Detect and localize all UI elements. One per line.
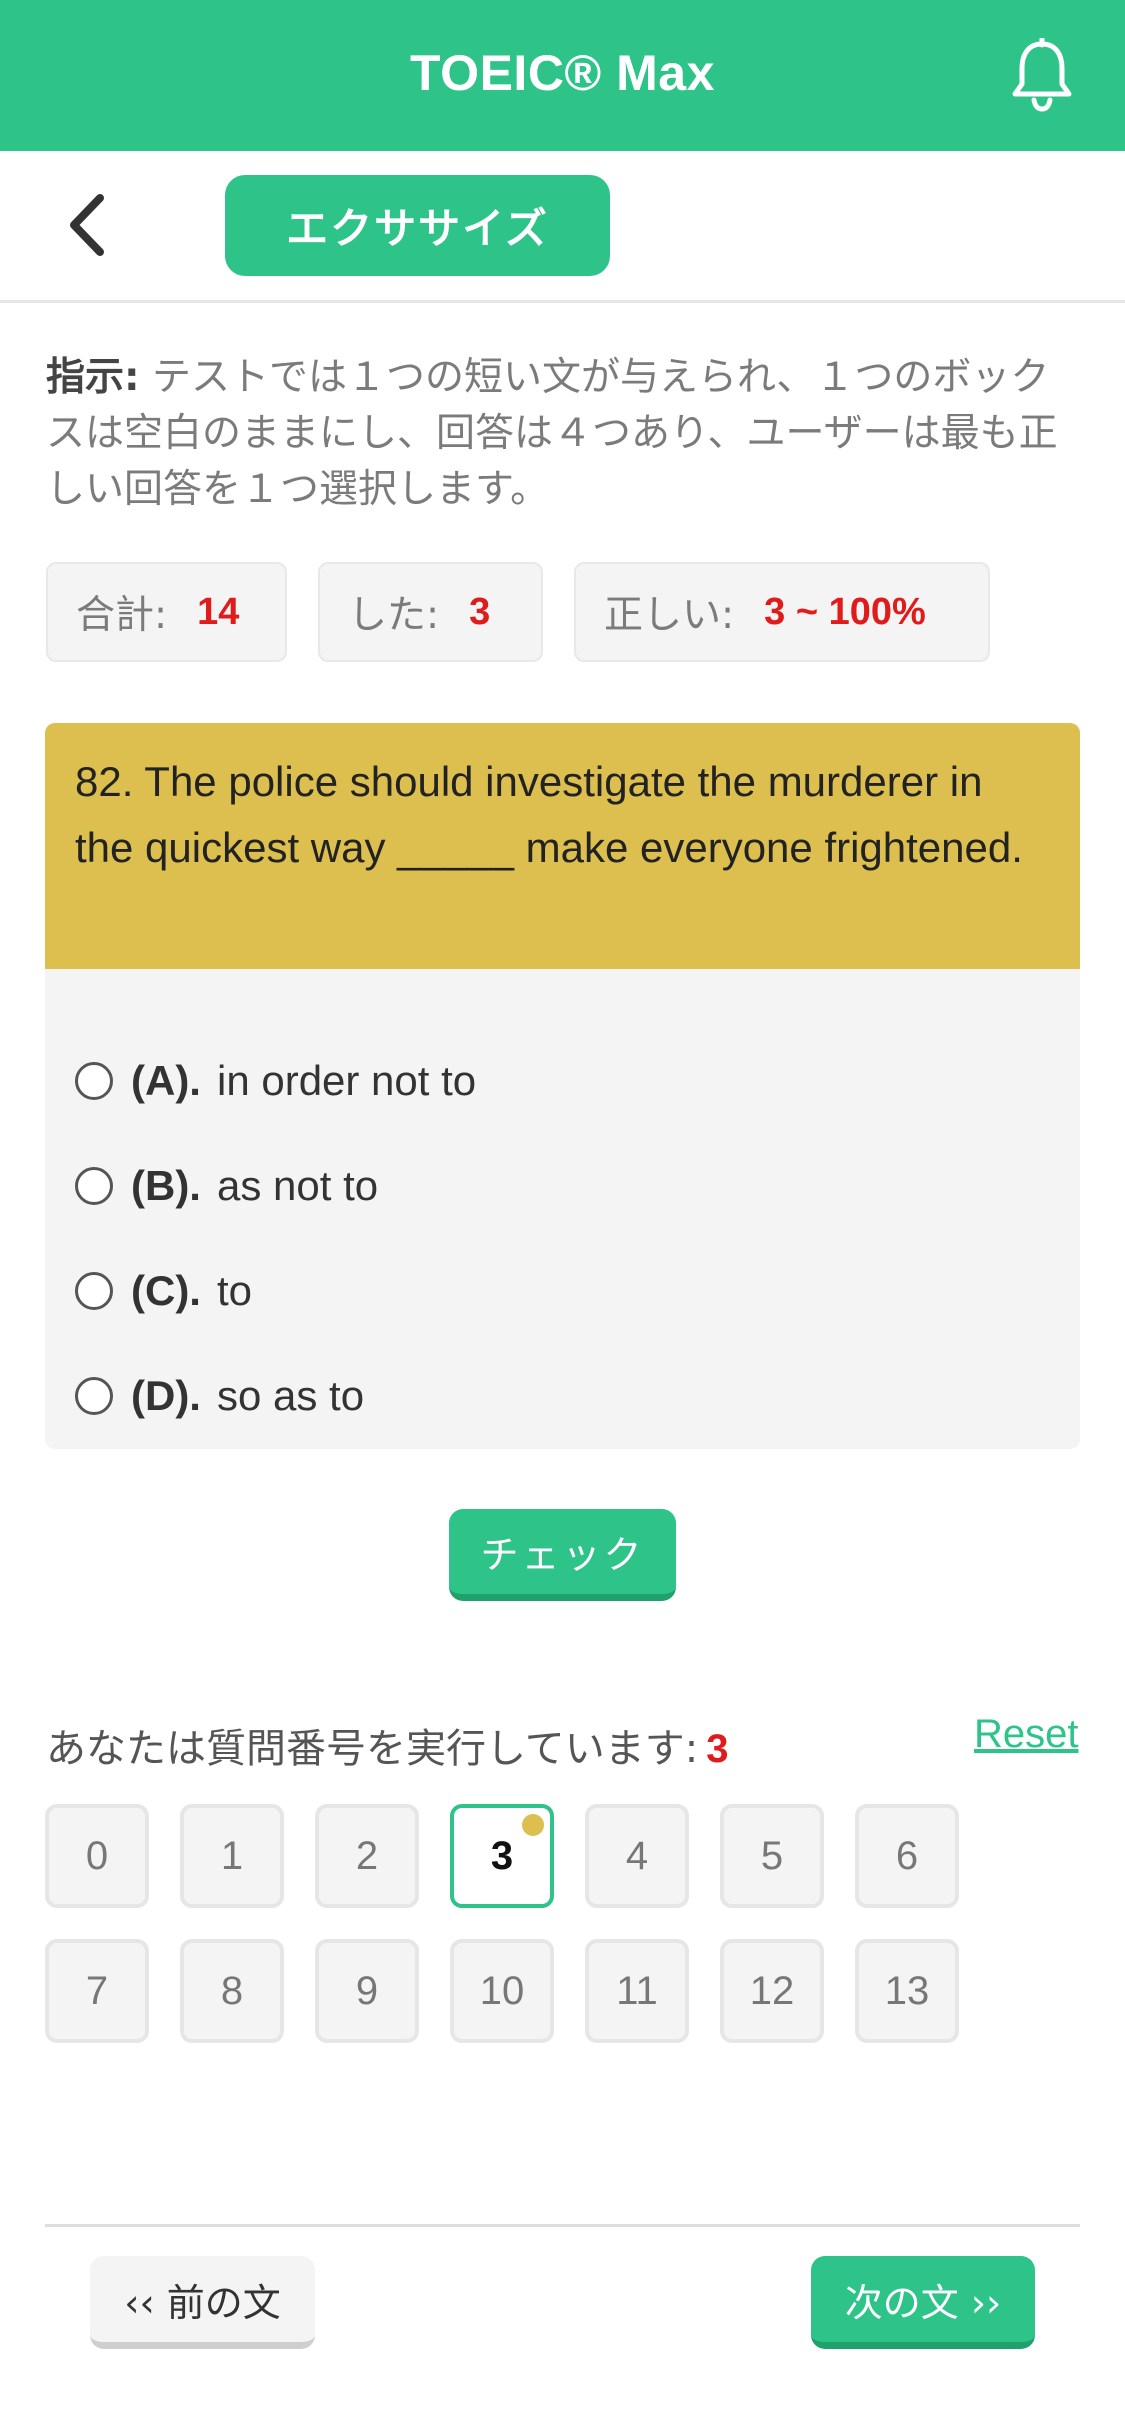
question-number-button[interactable]: 6 — [855, 1804, 959, 1908]
stat-total-value: 14 — [197, 590, 240, 633]
answer-options: (A). in order not to (B). as not to (C).… — [45, 969, 1080, 1449]
question-number-button[interactable]: 1 — [180, 1804, 284, 1908]
divider — [45, 2224, 1080, 2227]
stat-correct-label: 正しい: — [604, 593, 735, 638]
option-d[interactable]: (D). so as to — [75, 1366, 364, 1426]
question-number-button[interactable]: 0 — [45, 1804, 149, 1908]
stat-done-label: した: — [348, 593, 440, 638]
question-number-button[interactable]: 7 — [45, 1939, 149, 2043]
stat-correct-value: 3 ~ 100% — [764, 590, 926, 633]
bell-icon[interactable] — [1010, 38, 1074, 112]
instructions-text: テストでは１つの短い文が与えられ、１つのボックスは空白のままにし、回答は４つあり… — [46, 355, 1058, 512]
next-sentence-button[interactable]: 次の文 ›› — [811, 2256, 1035, 2349]
progress-label: あなたは質問番号を実行しています: 3 — [46, 1716, 729, 1774]
instructions: 指示: テストでは１つの短い文が与えられ、１つのボックスは空白のままにし、回答は… — [46, 350, 1076, 518]
option-text: in order not to — [216, 1057, 477, 1104]
question-number-button[interactable]: 2 — [315, 1804, 419, 1908]
option-letter: (C). — [131, 1267, 201, 1314]
divider — [0, 300, 1125, 303]
stat-done: した: 3 — [318, 562, 543, 662]
option-a[interactable]: (A). in order not to — [75, 1051, 476, 1111]
option-letter: (A). — [131, 1057, 201, 1104]
progress-current: 3 — [706, 1727, 729, 1771]
option-text: as not to — [216, 1162, 379, 1209]
question-number-button[interactable]: 10 — [450, 1939, 554, 2043]
radio-button[interactable] — [75, 1062, 113, 1100]
question-number-button[interactable]: 11 — [585, 1939, 689, 2043]
option-letter: (D). — [131, 1372, 201, 1419]
check-button[interactable]: チェック — [449, 1509, 676, 1601]
question-number-button[interactable]: 4 — [585, 1804, 689, 1908]
question-number-label: 3 — [490, 1833, 514, 1878]
question-number-button[interactable]: 12 — [720, 1939, 824, 2043]
question-number-button[interactable]: 8 — [180, 1939, 284, 2043]
question-number-button[interactable]: 13 — [855, 1939, 959, 2043]
stat-correct: 正しい: 3 ~ 100% — [574, 562, 990, 662]
app-bar: TOEIC® Max — [0, 0, 1125, 151]
progress-text: あなたは質問番号を実行しています: — [46, 1726, 699, 1772]
stat-total-label: 合計: — [76, 593, 168, 638]
tab-exercise[interactable]: エクササイズ — [225, 175, 610, 276]
radio-button[interactable] — [75, 1272, 113, 1310]
option-b[interactable]: (B). as not to — [75, 1156, 378, 1216]
stat-total: 合計: 14 — [46, 562, 287, 662]
option-c[interactable]: (C). to — [75, 1261, 252, 1321]
current-indicator-dot — [522, 1814, 544, 1836]
question-text: 82. The police should investigate the mu… — [45, 723, 1080, 969]
question-number-button[interactable]: 5 — [720, 1804, 824, 1908]
prev-sentence-button[interactable]: ‹‹ 前の文 — [90, 2256, 315, 2349]
radio-button[interactable] — [75, 1377, 113, 1415]
option-text: to — [216, 1267, 253, 1314]
instructions-lead: 指示: — [46, 355, 140, 400]
app-title: TOEIC® Max — [410, 45, 715, 101]
question-number-button[interactable]: 9 — [315, 1939, 419, 2043]
chevron-left-icon[interactable] — [62, 190, 112, 260]
reset-link[interactable]: Reset — [974, 1712, 1079, 1757]
stat-done-value: 3 — [469, 590, 491, 633]
option-text: so as to — [216, 1372, 365, 1419]
option-letter: (B). — [131, 1162, 201, 1209]
question-number-button-current[interactable]: 3 — [450, 1804, 554, 1908]
radio-button[interactable] — [75, 1167, 113, 1205]
